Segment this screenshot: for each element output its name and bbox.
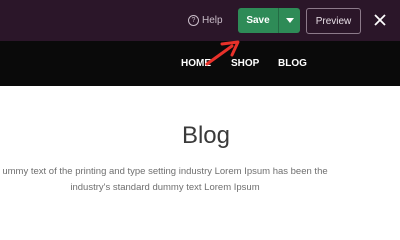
save-button-group: Save xyxy=(238,8,300,33)
help-label: Help xyxy=(202,14,223,26)
preview-button[interactable]: Preview xyxy=(306,8,361,34)
help-link[interactable]: ? Help xyxy=(188,12,223,28)
nav-item-blog[interactable]: BLOG xyxy=(278,58,307,69)
intro-text-line-2: industry's standard dummy text Lorem Ips… xyxy=(70,182,260,193)
save-options-button[interactable] xyxy=(279,8,300,33)
caret-down-icon xyxy=(285,18,294,23)
help-circle-icon: ? xyxy=(188,14,199,26)
nav-item-shop[interactable]: SHOP xyxy=(231,58,259,69)
editor-toolbar: ? Help Save Preview xyxy=(0,0,400,41)
nav-item-home[interactable]: HOME xyxy=(181,58,211,69)
site-navigation: HOME SHOP BLOG xyxy=(0,41,400,86)
close-icon xyxy=(374,14,386,26)
save-button[interactable]: Save xyxy=(238,8,278,33)
page-title: Blog xyxy=(181,122,230,149)
intro-text: ummy text of the printing and type setti… xyxy=(0,164,350,196)
page-content: Blog ummy text of the printing and type … xyxy=(0,86,400,224)
editor-screen: ? Help Save Preview HOME SHOP BLOG Blog … xyxy=(0,0,400,224)
intro-text-line-1: ummy text of the printing and type setti… xyxy=(2,166,328,177)
close-button[interactable] xyxy=(372,11,388,29)
